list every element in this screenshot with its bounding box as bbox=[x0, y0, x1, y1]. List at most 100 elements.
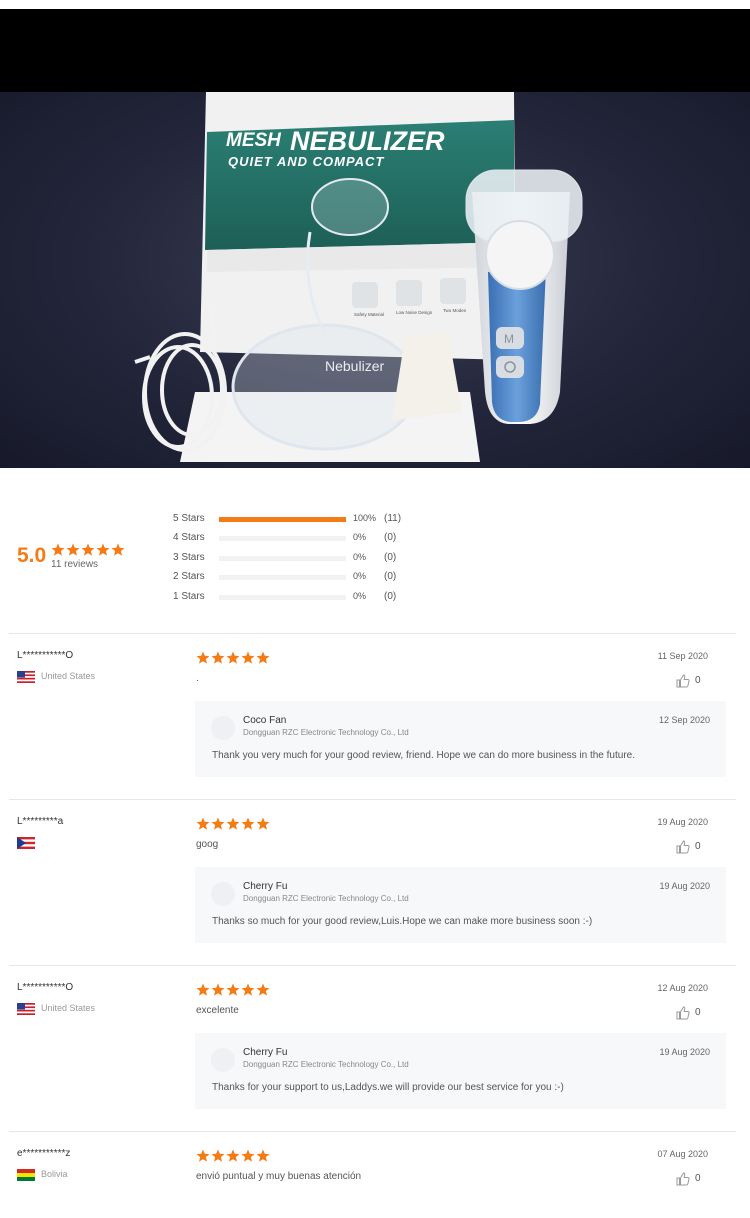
like-button[interactable]: 0 bbox=[676, 1172, 708, 1186]
distribution-row-2[interactable]: 2 Stars 0% (0) bbox=[173, 570, 433, 584]
distribution-label: 4 Stars bbox=[173, 532, 205, 543]
distribution-bar bbox=[219, 517, 346, 522]
star-icon bbox=[226, 983, 240, 996]
review-stars bbox=[196, 983, 270, 996]
avatar bbox=[211, 1048, 235, 1072]
thumbs-up-icon bbox=[676, 840, 690, 854]
star-icon bbox=[96, 543, 110, 556]
reply-company: Dongguan RZC Electronic Technology Co., … bbox=[243, 728, 409, 737]
thumbs-up-icon bbox=[676, 1006, 690, 1020]
review-text: goog bbox=[196, 839, 219, 850]
flag-us-icon bbox=[17, 1003, 35, 1015]
review-item: L***********O United States 12 Aug 2020 … bbox=[9, 965, 736, 1131]
distribution-percent: 0% bbox=[353, 571, 367, 581]
reply-date: 12 Sep 2020 bbox=[658, 715, 710, 725]
box-title-top: MESH bbox=[226, 130, 282, 151]
rating-summary: 5.0 11 reviews 5 Stars 100% (11) 4 Stars… bbox=[0, 468, 750, 634]
review-text: envió puntual y muy buenas atención bbox=[196, 1171, 362, 1182]
review-date: 19 Aug 2020 bbox=[657, 817, 708, 827]
reviewer-country: United States bbox=[41, 671, 96, 681]
like-button[interactable]: 0 bbox=[676, 1006, 708, 1020]
reply-author: Cherry Fu bbox=[243, 1047, 288, 1058]
flag-us-icon bbox=[17, 671, 35, 683]
review-stars bbox=[196, 1149, 270, 1162]
box-feature-3: Two Modes bbox=[443, 308, 467, 313]
star-icon bbox=[51, 543, 65, 556]
reviewer-name: e***********z bbox=[17, 1148, 71, 1159]
star-icon bbox=[241, 1149, 255, 1162]
reply-text: Thanks for your support to us,Laddys.we … bbox=[212, 1082, 564, 1093]
distribution-count: (11) bbox=[384, 513, 402, 524]
like-button[interactable]: 0 bbox=[676, 840, 708, 854]
flag-bo-icon bbox=[17, 1169, 35, 1181]
box-subtitle: QUIET AND COMPACT bbox=[228, 154, 384, 169]
flag-pr-icon bbox=[17, 837, 35, 849]
reply-author: Cherry Fu bbox=[243, 881, 288, 892]
star-icon bbox=[211, 1149, 225, 1162]
thumbs-up-icon bbox=[676, 674, 690, 688]
box-feature-1: Safety Material bbox=[354, 312, 384, 317]
distribution-row-4[interactable]: 4 Stars 0% (0) bbox=[173, 531, 433, 545]
star-icon bbox=[226, 817, 240, 830]
reviewer-country: United States bbox=[41, 1003, 96, 1013]
star-icon bbox=[241, 817, 255, 830]
distribution-count: (0) bbox=[384, 571, 397, 582]
star-icon bbox=[256, 817, 270, 830]
review-stars bbox=[196, 651, 270, 664]
average-score: 5.0 bbox=[17, 544, 47, 567]
banner-black-band bbox=[0, 9, 750, 92]
thumbs-up-icon bbox=[676, 1172, 690, 1186]
distribution-label: 2 Stars bbox=[173, 571, 205, 582]
review-item: e***********z Bolivia 07 Aug 2020 envió … bbox=[9, 1131, 736, 1218]
star-icon bbox=[256, 1149, 270, 1162]
like-button[interactable]: 0 bbox=[676, 674, 708, 688]
star-icon bbox=[211, 983, 225, 996]
reviewer-country: Bolivia bbox=[41, 1169, 68, 1179]
star-icon bbox=[211, 651, 225, 664]
distribution-percent: 0% bbox=[353, 532, 367, 542]
distribution-row-3[interactable]: 3 Stars 0% (0) bbox=[173, 551, 433, 565]
seller-reply: Cherry Fu Dongguan RZC Electronic Techno… bbox=[195, 1033, 726, 1109]
distribution-bar bbox=[219, 595, 346, 600]
device-mode-button: M bbox=[504, 332, 514, 346]
box-feature-2: Low Noise Design bbox=[396, 310, 433, 315]
like-count: 0 bbox=[695, 1173, 701, 1184]
distribution-percent: 0% bbox=[353, 552, 367, 562]
reply-author: Coco Fan bbox=[243, 715, 287, 726]
star-icon bbox=[66, 543, 80, 556]
distribution-row-1[interactable]: 1 Stars 0% (0) bbox=[173, 590, 433, 604]
distribution-percent: 100% bbox=[353, 513, 377, 523]
reviewer-name: L***********O bbox=[17, 982, 74, 993]
reviewer-name: L***********O bbox=[17, 650, 74, 661]
distribution-row-5[interactable]: 5 Stars 100% (11) bbox=[173, 512, 433, 526]
reply-text: Thanks so much for your good review,Luis… bbox=[212, 916, 593, 927]
reply-date: 19 Aug 2020 bbox=[659, 881, 710, 891]
star-icon bbox=[226, 1149, 240, 1162]
distribution-label: 5 Stars bbox=[173, 513, 205, 524]
like-count: 0 bbox=[695, 1007, 701, 1018]
review-stars bbox=[196, 817, 270, 830]
seller-reply: Coco Fan Dongguan RZC Electronic Technol… bbox=[195, 701, 726, 777]
avatar bbox=[211, 716, 235, 740]
reviews-count: 11 reviews bbox=[51, 559, 99, 570]
distribution-count: (0) bbox=[384, 532, 397, 543]
star-icon bbox=[196, 651, 210, 664]
review-item: L***********O United States 11 Sep 2020 … bbox=[9, 633, 736, 799]
mask-label: Nebulizer bbox=[325, 358, 384, 374]
distribution-label: 1 Stars bbox=[173, 591, 205, 602]
product-photo: MESH NEBULIZER QUIET AND COMPACT Safety … bbox=[0, 92, 750, 468]
star-icon bbox=[111, 543, 125, 556]
review-text: excelente bbox=[196, 1005, 239, 1016]
like-count: 0 bbox=[695, 675, 701, 686]
star-icon bbox=[226, 651, 240, 664]
star-icon bbox=[241, 983, 255, 996]
box-title-main: NEBULIZER bbox=[290, 126, 445, 156]
star-icon bbox=[196, 983, 210, 996]
star-icon bbox=[256, 983, 270, 996]
star-icon bbox=[241, 651, 255, 664]
review-item: L*********a 19 Aug 2020 goog 0 Cherry Fu… bbox=[9, 799, 736, 965]
star-icon bbox=[256, 651, 270, 664]
top-margin bbox=[0, 0, 750, 9]
review-text: . bbox=[196, 673, 199, 684]
reply-company: Dongguan RZC Electronic Technology Co., … bbox=[243, 1060, 409, 1069]
